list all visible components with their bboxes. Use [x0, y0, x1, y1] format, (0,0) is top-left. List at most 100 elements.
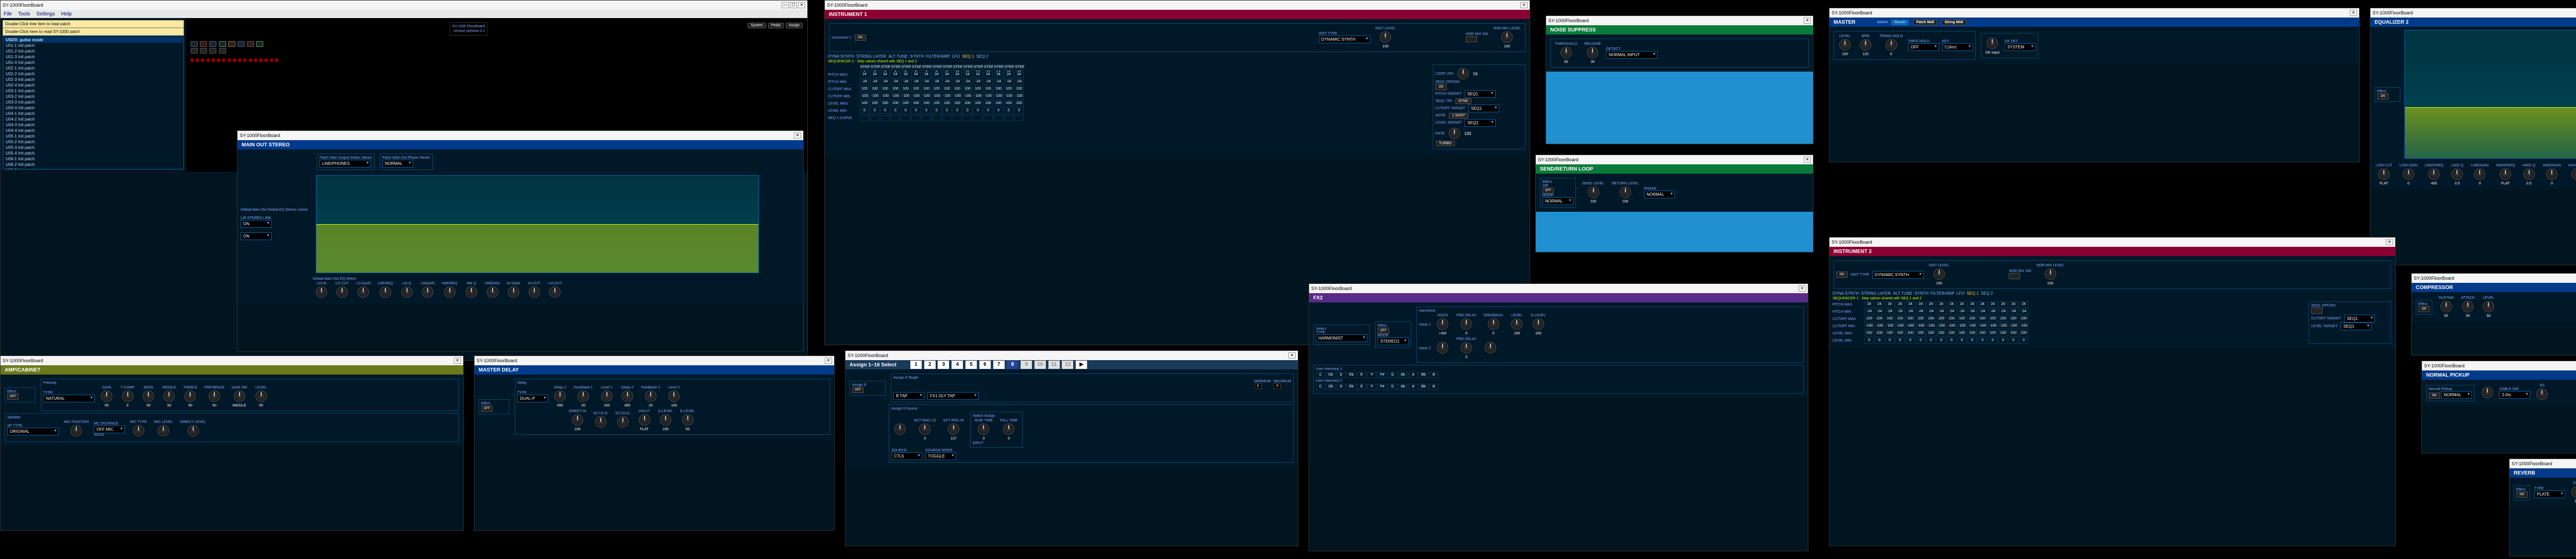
seq-step[interactable]: -100	[1004, 93, 1013, 99]
seq-step[interactable]: 24	[901, 72, 910, 78]
fx2-mode[interactable]: STEREO1	[1378, 337, 1409, 345]
seq-step[interactable]: 100	[963, 100, 972, 107]
seq-step[interactable]	[922, 115, 931, 121]
seq-step[interactable]: 24	[1957, 301, 1967, 308]
seq-step[interactable]: -100	[1926, 323, 1936, 329]
chain-led[interactable]	[206, 58, 210, 62]
seq-step[interactable]: 100	[1926, 316, 1936, 322]
seq-step[interactable]: 100	[1865, 330, 1874, 336]
patch-output-select[interactable]: LINE/PHONES	[319, 160, 371, 167]
seq-step[interactable]: 100	[932, 86, 941, 92]
seq-step[interactable]: 100	[1916, 316, 1925, 322]
seq-step[interactable]	[963, 115, 972, 121]
seq-step[interactable]: 24	[942, 72, 952, 78]
seq-step[interactable]: 100	[2009, 316, 2018, 322]
assign-tab[interactable]: 1	[910, 361, 922, 369]
seq-step[interactable]: 24	[1916, 301, 1925, 308]
eq2-knob[interactable]	[2523, 168, 2535, 180]
i2-cutoff-dd[interactable]: SEQ1	[2344, 315, 2375, 323]
eq-knob[interactable]	[358, 286, 369, 298]
eq-knob[interactable]	[444, 286, 455, 298]
seq-step[interactable]: -24	[1926, 309, 1936, 315]
assign-tab[interactable]: 6	[979, 361, 991, 369]
tab-lfo[interactable]: LFO	[952, 54, 960, 59]
chain-led[interactable]	[248, 58, 252, 62]
comp-toggle[interactable]: ON	[2418, 306, 2430, 312]
seq-step[interactable]: -24	[1998, 309, 2008, 315]
seq-step[interactable]: -24	[1937, 309, 1946, 315]
gk-knob[interactable]	[1987, 38, 1998, 49]
seq-step[interactable]: 100	[870, 86, 879, 92]
seq-step[interactable]: 100	[1875, 330, 1884, 336]
assign-tab[interactable]: 10	[1035, 361, 1046, 369]
seq-step[interactable]	[901, 115, 910, 121]
seq-step[interactable]: -100	[1947, 323, 1956, 329]
seq-step[interactable]: 0	[1865, 337, 1874, 344]
seq-step[interactable]: 24	[1014, 72, 1024, 78]
seq-step[interactable]	[1014, 115, 1024, 121]
seq-step[interactable]: 0	[942, 108, 952, 114]
tree-item[interactable]: U01-3 Init patch	[4, 54, 182, 60]
eq2-knob[interactable]	[2428, 168, 2439, 180]
seq-step[interactable]: 0	[973, 108, 982, 114]
seq-step[interactable]: 100	[1885, 330, 1894, 336]
micdist-select[interactable]: OFF MIC	[94, 426, 125, 433]
signal-chain-btn[interactable]	[209, 41, 216, 47]
ranghi-knob[interactable]	[948, 424, 959, 435]
seq-step[interactable]: 100	[1957, 316, 1967, 322]
eq2-knob[interactable]	[2500, 168, 2511, 180]
dlvl-knob[interactable]	[1533, 318, 1544, 330]
close-btn[interactable]: ✕	[825, 358, 832, 364]
comp-lvl-knob[interactable]	[2483, 301, 2494, 312]
seq-step[interactable]: 100	[860, 100, 869, 107]
v2-lvl-knob[interactable]	[1485, 342, 1496, 353]
seq-step[interactable]: 100	[1895, 316, 1905, 322]
seq-step[interactable]: 0	[1947, 337, 1956, 344]
seq-step[interactable]: 100	[984, 86, 993, 92]
seq-step[interactable]: -100	[1885, 323, 1894, 329]
rate-knob[interactable]	[1449, 128, 1460, 139]
eq2-knob[interactable]	[2378, 168, 2389, 180]
seq-step[interactable]: 100	[1906, 316, 1915, 322]
i2-tab[interactable]: DYNA SYNTH	[1833, 291, 1859, 296]
seq-step[interactable]	[994, 115, 1003, 121]
seq-step[interactable]: -100	[2019, 323, 2028, 329]
np-sw[interactable]: ON	[2429, 393, 2440, 399]
turbo-btn[interactable]: TURBO	[1436, 141, 1455, 146]
amp-type-select[interactable]: NATURAL	[43, 395, 95, 402]
fb2-knob[interactable]	[645, 391, 656, 402]
seq-step[interactable]: -24	[932, 79, 941, 85]
eq2-knob[interactable]	[2451, 168, 2463, 180]
seq-step[interactable]: 24	[994, 72, 1003, 78]
reverb-type[interactable]: PLATE	[2534, 490, 2565, 498]
seq-step[interactable]: -24	[2009, 309, 2018, 315]
eq-knob[interactable]	[549, 286, 561, 298]
m-trans-knob[interactable]	[1886, 39, 1897, 50]
inst-type-select[interactable]: DYNAMIC SYNTH	[1319, 36, 1370, 43]
seq-step[interactable]: 24	[891, 72, 900, 78]
chain-led[interactable]	[238, 58, 242, 62]
chain-led[interactable]	[275, 58, 279, 62]
btn-system[interactable]: System	[748, 23, 766, 28]
tree-item[interactable]: U02-2 Init patch	[4, 71, 182, 77]
seq-step[interactable]: 100	[1988, 316, 1997, 322]
seq-step[interactable]: 24	[1906, 301, 1915, 308]
i2-tab[interactable]: STRING LAYER	[1861, 291, 1891, 296]
seq-step[interactable]: -100	[901, 93, 910, 99]
seq-step[interactable]: 100	[1978, 330, 1987, 336]
tab-alttune[interactable]: ALT TUNE	[888, 54, 908, 59]
target-dd2[interactable]: FX1 DLY TAP	[927, 392, 979, 400]
eq-knob[interactable]	[422, 286, 433, 298]
v2-pd-knob[interactable]	[1461, 342, 1472, 353]
seq-step[interactable]: 100	[922, 100, 931, 107]
seq-step[interactable]: 24	[860, 72, 869, 78]
tab-seq1[interactable]: SEQ 1	[962, 54, 974, 59]
seq-step[interactable]: 100	[963, 86, 972, 92]
signal-chain-btn[interactable]	[219, 48, 226, 54]
signal-chain-btn[interactable]	[228, 41, 235, 47]
directlvl-knob[interactable]	[188, 425, 199, 436]
send-knob[interactable]	[1588, 187, 1599, 198]
tree-item[interactable]: U04-2 Init patch	[4, 116, 182, 122]
master-tab[interactable]: Patch Midi	[1913, 20, 1937, 25]
v1-voice-knob[interactable]	[1437, 318, 1448, 330]
